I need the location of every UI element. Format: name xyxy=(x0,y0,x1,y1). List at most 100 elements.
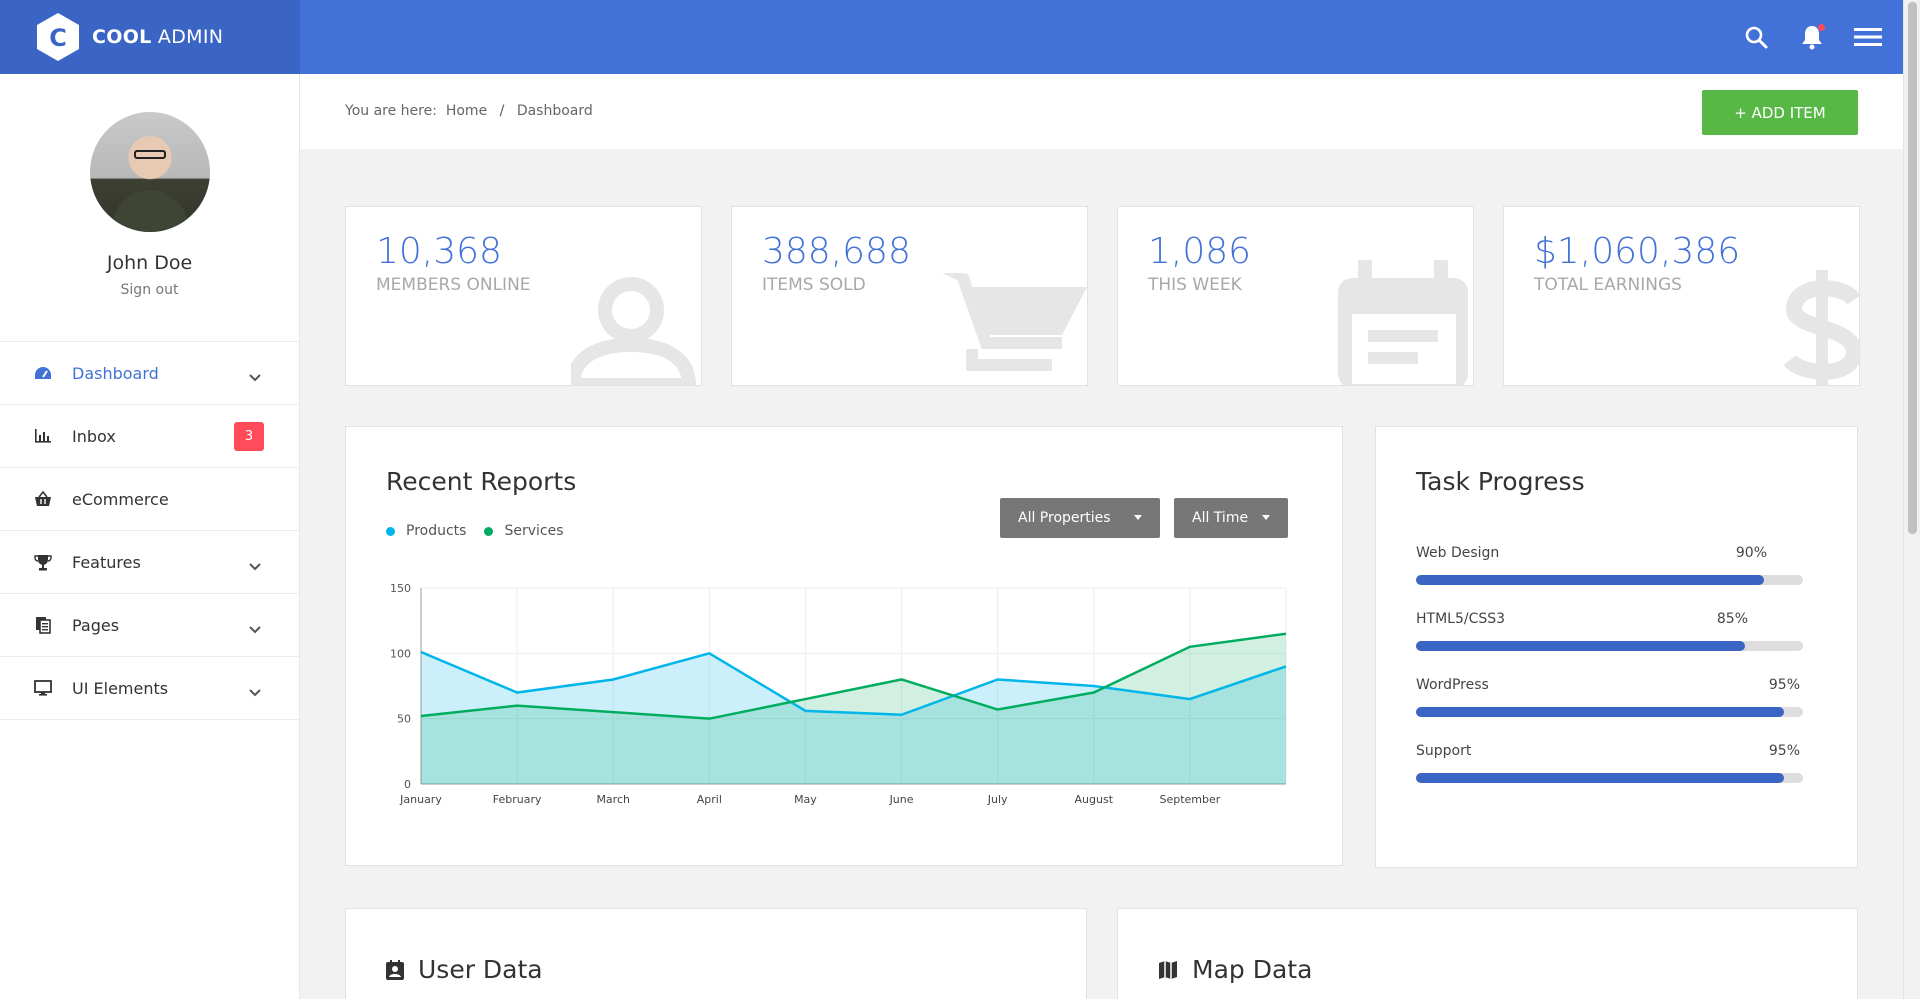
stat-label: TOTAL EARNINGS xyxy=(1534,275,1682,295)
stat-value: 1,086 xyxy=(1148,231,1252,272)
stat-value: 10,368 xyxy=(376,231,502,272)
avatar xyxy=(89,112,210,232)
sidebar-item-label: Pages xyxy=(72,615,120,635)
breadcrumb-prefix: You are here: xyxy=(345,103,437,119)
sidebar-item-pages[interactable]: Pages xyxy=(0,594,299,657)
stat-value: 388,688 xyxy=(762,231,911,272)
search-icon[interactable] xyxy=(1742,23,1770,51)
sidebar-item-ui-elements[interactable]: UI Elements xyxy=(0,657,299,720)
dashboard-icon xyxy=(34,364,52,382)
x-tick-label: August xyxy=(1075,793,1114,806)
sidebar-item-label: Dashboard xyxy=(72,363,159,383)
progress-fill xyxy=(1416,575,1765,585)
notification-dot xyxy=(1818,24,1825,31)
chevron-down-icon xyxy=(249,556,261,575)
breadcrumb-separator: / xyxy=(499,103,505,119)
add-item-button[interactable]: + ADD ITEM xyxy=(1702,90,1858,135)
top-header xyxy=(300,0,1920,74)
x-tick-label: July xyxy=(987,793,1008,806)
stat-card-items-sold: 388,688 ITEMS SOLD xyxy=(731,206,1088,386)
logo-hexagon-icon: C xyxy=(36,12,80,62)
task-item: WordPress 95% xyxy=(1416,677,1803,717)
sign-out-link[interactable]: Sign out xyxy=(121,282,179,298)
y-tick-label: 150 xyxy=(390,582,411,595)
task-item: HTML5/CSS3 85% xyxy=(1416,611,1803,651)
sidebar-item-label: Features xyxy=(72,552,141,572)
task-percent: 95% xyxy=(1768,743,1800,759)
breadcrumb: You are here: Home / Dashboard xyxy=(345,103,593,119)
menu-icon[interactable] xyxy=(1854,23,1882,51)
progress-fill xyxy=(1416,641,1745,651)
progress-bar xyxy=(1416,641,1803,651)
sidebar: John Doe Sign out Dashboard Inbox 3 eCom… xyxy=(0,74,300,999)
stat-card-total-earnings: $1,060,386 TOTAL EARNINGS xyxy=(1503,206,1860,386)
chevron-down-icon xyxy=(249,682,261,701)
task-label: WordPress xyxy=(1416,677,1489,693)
trophy-icon xyxy=(34,553,52,571)
sidebar-item-ecommerce[interactable]: eCommerce xyxy=(0,468,299,531)
chevron-down-icon xyxy=(249,367,261,386)
panel-title: User Data xyxy=(386,955,543,984)
task-percent: 90% xyxy=(1735,545,1767,561)
x-tick-label: May xyxy=(794,793,817,806)
sidebar-item-label: Inbox xyxy=(72,426,116,446)
task-progress-panel: Task Progress Web Design 90% HTML5/CSS3 85… xyxy=(1375,426,1858,868)
y-tick-label: 0 xyxy=(404,778,411,791)
page-scrollbar[interactable] xyxy=(1903,0,1920,999)
profile-name: John Doe xyxy=(106,252,193,274)
map-icon xyxy=(1159,960,1177,979)
y-tick-label: 50 xyxy=(397,713,411,726)
task-percent: 85% xyxy=(1716,611,1748,627)
x-tick-label: June xyxy=(889,793,914,806)
bell-icon[interactable] xyxy=(1798,23,1826,51)
inbox-count-badge: 3 xyxy=(234,422,264,451)
user-data-panel: User Data xyxy=(345,908,1087,999)
breadcrumb-current: Dashboard xyxy=(516,103,593,119)
stat-label: MEMBERS ONLINE xyxy=(376,275,531,295)
calendar-icon xyxy=(1338,260,1468,385)
panel-title: Task Progress xyxy=(1416,467,1585,496)
sidebar-item-dashboard[interactable]: Dashboard xyxy=(0,342,299,405)
task-item: Support 95% xyxy=(1416,743,1803,783)
basket-icon xyxy=(34,490,52,508)
stat-label: THIS WEEK xyxy=(1148,275,1242,295)
task-label: HTML5/CSS3 xyxy=(1416,611,1506,627)
map-data-panel: Map Data xyxy=(1117,908,1858,999)
breadcrumb-home-link[interactable]: Home xyxy=(446,103,487,119)
progress-fill xyxy=(1416,707,1784,717)
task-item: Web Design 90% xyxy=(1416,545,1803,585)
progress-bar xyxy=(1416,773,1803,783)
copy-icon xyxy=(34,616,52,634)
stat-value: $1,060,386 xyxy=(1534,231,1741,272)
recent-reports-panel: Recent Reports Products Services All Pro… xyxy=(345,426,1343,866)
sidebar-item-features[interactable]: Features xyxy=(0,531,299,594)
task-label: Web Design xyxy=(1416,545,1500,561)
x-tick-label: January xyxy=(399,793,442,806)
stat-card-members: 10,368 MEMBERS ONLINE xyxy=(345,206,702,386)
x-tick-label: February xyxy=(493,793,542,806)
x-tick-label: September xyxy=(1159,793,1220,806)
chart-bar-icon xyxy=(34,427,52,445)
desktop-icon xyxy=(34,679,52,697)
progress-bar xyxy=(1416,707,1803,717)
task-label: Support xyxy=(1416,743,1472,759)
x-tick-label: March xyxy=(596,793,630,806)
y-tick-label: 100 xyxy=(390,647,411,660)
recent-reports-chart: 0 50 100 150 January February March April May Jun… xyxy=(390,582,1287,806)
sidebar-item-label: UI Elements xyxy=(72,678,169,698)
user-icon xyxy=(571,277,697,385)
chevron-down-icon xyxy=(249,619,261,638)
breadcrumb-bar: You are here: Home / Dashboard xyxy=(300,74,1920,149)
sidebar-nav: Dashboard Inbox 3 eCommerce Features Pag… xyxy=(0,342,299,720)
x-tick-label: April xyxy=(697,793,722,806)
svg-text:C: C xyxy=(49,24,67,52)
stat-card-this-week: 1,086 THIS WEEK xyxy=(1117,206,1474,386)
stat-label: ITEMS SOLD xyxy=(762,275,866,295)
logo[interactable]: C COOL ADMIN xyxy=(0,0,300,74)
user-profile: John Doe Sign out xyxy=(0,74,299,342)
dollar-icon xyxy=(1784,270,1859,385)
cart-icon xyxy=(942,273,1087,371)
sidebar-item-inbox[interactable]: Inbox 3 xyxy=(0,405,299,468)
scrollbar-thumb[interactable] xyxy=(1908,2,1917,534)
task-percent: 95% xyxy=(1768,677,1800,693)
